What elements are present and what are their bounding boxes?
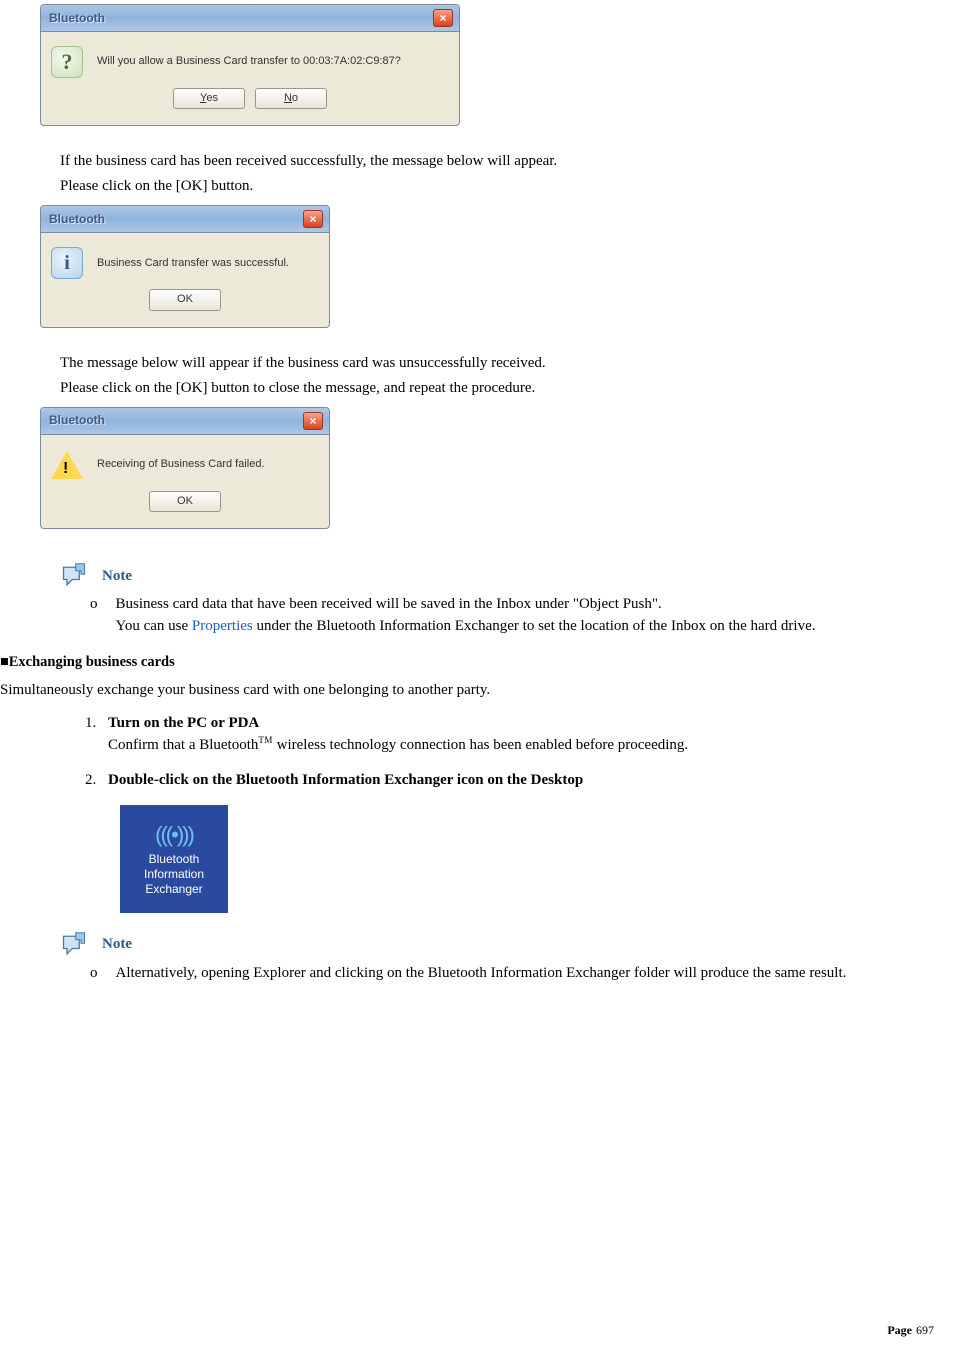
step-body: Confirm that a BluetoothTM wireless tech…: [108, 737, 688, 753]
note-label: Note: [102, 934, 132, 955]
note-list: o Alternatively, opening Explorer and cl…: [90, 963, 954, 985]
titlebar: Bluetooth ×: [41, 206, 329, 233]
step-title: Double-click on the Bluetooth Informatio…: [108, 772, 583, 788]
dialog-message: Receiving of Business Card failed.: [97, 457, 265, 472]
body-text: Simultaneously exchange your business ca…: [0, 680, 954, 701]
note-text: Business card data that have been receiv…: [116, 596, 662, 612]
page-number: Page697: [887, 1322, 934, 1339]
dialog-message: Will you allow a Business Card transfer …: [97, 54, 401, 69]
body-text: Please click on the [OK] button to close…: [60, 378, 954, 399]
failure-dialog: Bluetooth × Receiving of Business Card f…: [40, 407, 330, 529]
close-icon[interactable]: ×: [303, 210, 323, 228]
dialog-title: Bluetooth: [49, 412, 105, 429]
ok-button[interactable]: OK: [149, 289, 221, 310]
note-text: You can use: [116, 618, 192, 634]
note-icon: [60, 931, 88, 959]
body-text: Please click on the [OK] button.: [60, 176, 954, 197]
list-marker: o: [90, 594, 98, 638]
list-item: Turn on the PC or PDA Confirm that a Blu…: [100, 713, 954, 756]
titlebar: Bluetooth ×: [41, 408, 329, 435]
icon-label: Bluetooth: [149, 852, 200, 867]
note-label: Note: [102, 566, 132, 587]
icon-label: Exchanger: [145, 882, 202, 897]
no-button[interactable]: No: [255, 88, 327, 109]
dialog-body: i Business Card transfer was successful.…: [41, 233, 329, 326]
note-block: Note: [60, 562, 954, 590]
list-item: Double-click on the Bluetooth Informatio…: [100, 770, 954, 791]
yes-button[interactable]: Yes: [173, 88, 245, 109]
close-icon[interactable]: ×: [303, 412, 323, 430]
step-title: Turn on the PC or PDA: [108, 715, 259, 731]
dialog-title: Bluetooth: [49, 10, 105, 27]
dialog-body: ? Will you allow a Business Card transfe…: [41, 32, 459, 125]
success-dialog: Bluetooth × i Business Card transfer was…: [40, 205, 330, 327]
section-heading: ■Exchanging business cards: [0, 652, 954, 672]
ok-button[interactable]: OK: [149, 491, 221, 512]
titlebar: Bluetooth ×: [41, 5, 459, 32]
close-icon[interactable]: ×: [433, 9, 453, 27]
warning-icon: [51, 449, 83, 481]
note-block: Note: [60, 931, 954, 959]
body-text: If the business card has been received s…: [60, 151, 954, 172]
icon-label: Information: [144, 867, 204, 882]
note-text: under the Bluetooth Information Exchange…: [253, 618, 816, 634]
list-marker: o: [90, 963, 98, 985]
bluetooth-exchanger-icon[interactable]: (((•))) Bluetooth Information Exchanger: [120, 805, 228, 913]
list-item: o Business card data that have been rece…: [90, 594, 954, 638]
note-icon: [60, 562, 88, 590]
steps-list: Turn on the PC or PDA Confirm that a Blu…: [100, 713, 954, 791]
dialog-body: Receiving of Business Card failed. OK: [41, 435, 329, 528]
wireless-icon: (((•))): [155, 821, 193, 849]
question-icon: ?: [51, 46, 83, 78]
note-text: Alternatively, opening Explorer and clic…: [116, 963, 847, 985]
info-icon: i: [51, 247, 83, 279]
list-item: o Alternatively, opening Explorer and cl…: [90, 963, 954, 985]
dialog-title: Bluetooth: [49, 211, 105, 228]
body-text: The message below will appear if the bus…: [60, 353, 954, 374]
properties-link[interactable]: Properties: [192, 618, 253, 634]
note-list: o Business card data that have been rece…: [90, 594, 954, 638]
dialog-message: Business Card transfer was successful.: [97, 256, 289, 271]
confirm-dialog: Bluetooth × ? Will you allow a Business …: [40, 4, 460, 126]
